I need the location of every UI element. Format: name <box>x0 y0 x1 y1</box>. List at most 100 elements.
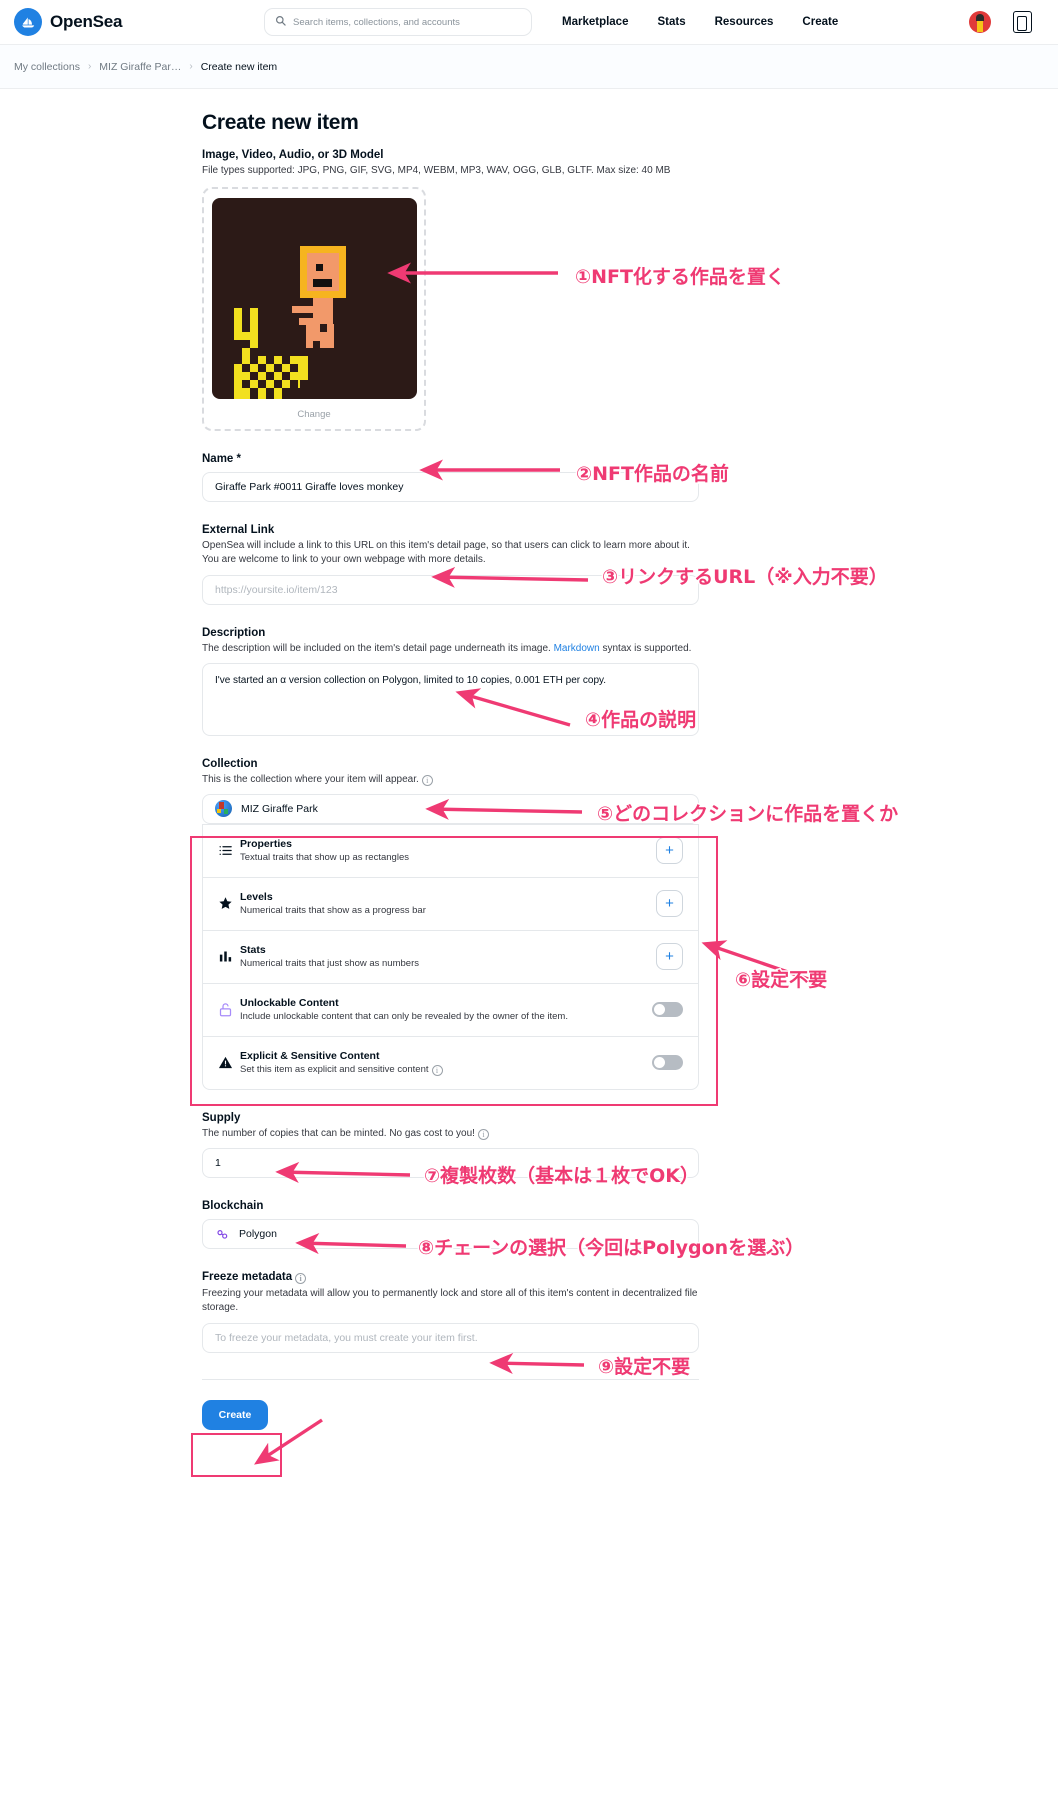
trait-desc: Textual traits that show up as rectangle… <box>240 852 409 864</box>
media-label: Image, Video, Audio, or 3D Model <box>202 149 384 161</box>
collection-value: MIZ Giraffe Park <box>241 802 318 815</box>
nav-item-stats[interactable]: Stats <box>657 16 685 28</box>
freeze-metadata-helper: Freezing your metadata will allow you to… <box>202 1288 698 1314</box>
trait-desc: Include unlockable content that can only… <box>240 1011 568 1023</box>
trait-desc: Numerical traits that show as a progress… <box>240 905 426 917</box>
avatar[interactable] <box>969 11 991 33</box>
form-divider <box>202 1378 699 1380</box>
media-dropzone[interactable]: Change <box>202 187 426 432</box>
supply-helper-text: The number of copies that can be minted.… <box>202 1127 475 1139</box>
name-section: Name * Giraffe Park #0011 Giraffe loves … <box>202 453 699 503</box>
traits-panel: Properties Textual traits that show up a… <box>202 823 699 1090</box>
add-properties-button[interactable]: + <box>656 837 683 865</box>
info-icon[interactable]: i <box>477 1129 489 1141</box>
opensea-logo-icon <box>14 8 42 36</box>
markdown-link[interactable]: Markdown <box>554 643 600 654</box>
top-navigation-bar: OpenSea Marketplace Stats Resources Crea… <box>0 0 1058 45</box>
nav-item-create[interactable]: Create <box>802 16 838 28</box>
media-helper: File types supported: JPG, PNG, GIF, SVG… <box>202 165 671 176</box>
collection-helper: This is the collection where your item w… <box>202 773 699 787</box>
blockchain-select[interactable]: Polygon <box>202 1219 699 1250</box>
trait-text: Properties Textual traits that show up a… <box>240 838 656 863</box>
page-root: OpenSea Marketplace Stats Resources Crea… <box>0 0 1058 1477</box>
star-icon <box>218 896 240 911</box>
external-link-section: External Link OpenSea will include a lin… <box>202 524 699 605</box>
annotation-highlight-create <box>191 1433 282 1477</box>
blockchain-label: Blockchain <box>202 1200 264 1213</box>
trait-row-levels[interactable]: Levels Numerical traits that show as a p… <box>203 876 698 930</box>
nav-item-marketplace[interactable]: Marketplace <box>562 16 628 28</box>
supply-input[interactable]: 1 <box>202 1148 699 1179</box>
breadcrumb-item-collection[interactable]: MIZ Giraffe Par… <box>99 61 181 73</box>
trait-name: Explicit & Sensitive Content <box>240 1049 380 1062</box>
trait-text: Levels Numerical traits that show as a p… <box>240 891 656 916</box>
collection-section: Collection This is the collection where … <box>202 758 699 824</box>
trait-row-stats[interactable]: Stats Numerical traits that just show as… <box>203 929 698 983</box>
collection-avatar <box>215 800 232 818</box>
collection-label: Collection <box>202 757 258 770</box>
trait-name: Properties <box>240 838 292 851</box>
polygon-icon <box>215 1227 230 1242</box>
search-input[interactable] <box>293 16 521 28</box>
freeze-metadata-label-text: Freeze metadata <box>202 1271 293 1284</box>
supply-helper: The number of copies that can be minted.… <box>202 1127 699 1141</box>
breadcrumb-item-current: Create new item <box>200 60 278 73</box>
trait-name: Stats <box>240 944 266 957</box>
warning-icon <box>218 1055 240 1070</box>
breadcrumb-separator: › <box>189 61 193 72</box>
add-stats-button[interactable]: + <box>656 943 683 971</box>
brand-logo[interactable]: OpenSea <box>14 8 254 36</box>
freeze-metadata-label: Freeze metadata i <box>202 1271 699 1285</box>
nav-item-resources[interactable]: Resources <box>715 16 774 28</box>
trait-desc: Set this item as explicit and sensitive … <box>240 1064 652 1076</box>
description-helper-after: syntax is supported. <box>599 642 692 654</box>
freeze-metadata-section: Freeze metadata i Freezing your metadata … <box>202 1271 699 1353</box>
external-link-helper: OpenSea will include a link to this URL … <box>202 540 690 566</box>
info-icon[interactable]: i <box>421 774 433 786</box>
create-item-form: Create new item Image, Video, Audio, or … <box>202 89 699 1430</box>
blockchain-section: Blockchain Polygon <box>202 1200 699 1250</box>
description-section: Description The description will be incl… <box>202 627 699 736</box>
change-media-button[interactable]: Change <box>297 409 330 420</box>
trait-desc: Numerical traits that just show as numbe… <box>240 958 419 970</box>
annotation-label-6: ⑥設定不要 <box>733 968 828 993</box>
trait-text: Stats Numerical traits that just show as… <box>240 944 656 969</box>
add-levels-button[interactable]: + <box>656 890 683 918</box>
unlock-icon <box>218 1002 240 1017</box>
wallet-icon[interactable] <box>1013 11 1032 33</box>
external-link-input[interactable]: https://yoursite.io/item/123 <box>202 574 699 605</box>
explicit-content-toggle[interactable] <box>652 1055 683 1071</box>
search-icon <box>275 13 286 31</box>
trait-text: Explicit & Sensitive Content Set this it… <box>240 1050 652 1076</box>
freeze-metadata-input: To freeze your metadata, you must create… <box>202 1322 699 1353</box>
nft-artwork-preview <box>211 198 417 400</box>
name-input[interactable]: Giraffe Park #0011 Giraffe loves monkey <box>202 472 699 503</box>
bar-chart-icon <box>218 949 240 964</box>
trait-name: Unlockable Content <box>240 997 339 1010</box>
supply-label: Supply <box>202 1111 241 1124</box>
description-textarea[interactable]: I've started an α version collection on … <box>202 662 699 736</box>
trait-row-explicit-content[interactable]: Explicit & Sensitive Content Set this it… <box>203 1035 698 1089</box>
trait-text: Unlockable Content Include unlockable co… <box>240 997 652 1022</box>
page-title: Create new item <box>202 111 359 134</box>
collection-select[interactable]: MIZ Giraffe Park <box>202 793 699 824</box>
unlockable-content-toggle[interactable] <box>652 1002 683 1018</box>
name-label: Name * <box>202 453 241 466</box>
trait-desc-text: Set this item as explicit and sensitive … <box>240 1063 429 1075</box>
description-helper-before: The description will be included on the … <box>202 642 554 654</box>
supply-section: Supply The number of copies that can be … <box>202 1111 699 1179</box>
primary-nav: Marketplace Stats Resources Create <box>562 16 838 28</box>
info-icon[interactable]: i <box>431 1064 443 1076</box>
trait-row-properties[interactable]: Properties Textual traits that show up a… <box>203 823 698 877</box>
blockchain-value: Polygon <box>239 1228 277 1241</box>
nav-right-group <box>969 11 1032 33</box>
info-icon[interactable]: i <box>295 1273 307 1285</box>
description-helper: The description will be included on the … <box>202 642 699 656</box>
search-box[interactable] <box>264 8 532 36</box>
create-button[interactable]: Create <box>202 1399 268 1430</box>
trait-row-unlockable-content[interactable]: Unlockable Content Include unlockable co… <box>203 982 698 1036</box>
breadcrumb-separator: › <box>87 61 92 72</box>
breadcrumb: My collections › MIZ Giraffe Par… › Crea… <box>0 45 1058 89</box>
breadcrumb-item-my-collections[interactable]: My collections <box>14 61 80 73</box>
list-icon <box>218 843 240 858</box>
